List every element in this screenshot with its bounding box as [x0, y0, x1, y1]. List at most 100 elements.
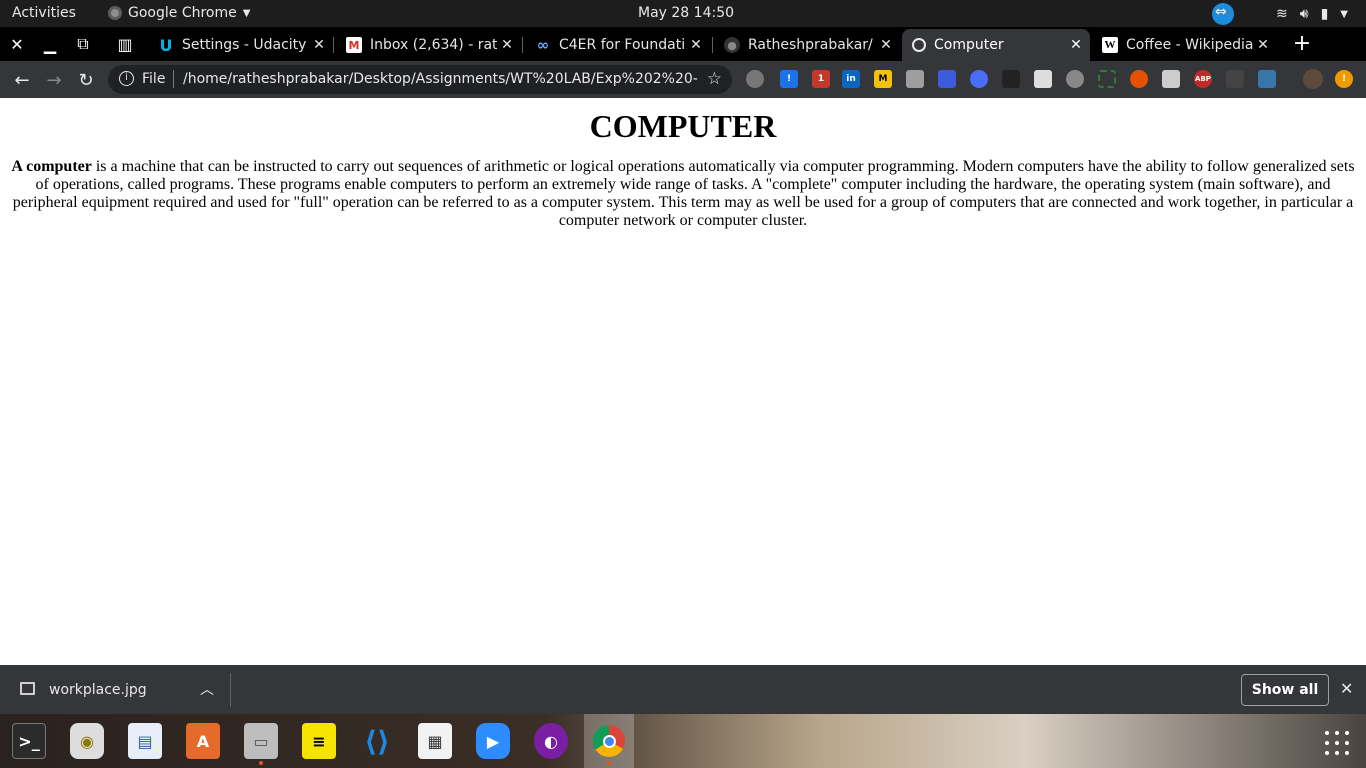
volume-icon: 🔊︎: [1299, 6, 1309, 22]
zoom-icon[interactable]: ▶: [476, 723, 510, 759]
tab-settings-udacity[interactable]: U Settings - Udacity ✕: [148, 29, 333, 61]
tab-title: C4ER for Foundati: [559, 37, 686, 53]
restore-window-icon[interactable]: ⧉: [66, 27, 100, 61]
close-icon[interactable]: ✕: [309, 37, 329, 53]
reader-extension-icon[interactable]: [1034, 70, 1052, 88]
tab-title: Computer: [934, 37, 1004, 53]
trello-icon[interactable]: ▥: [108, 27, 142, 61]
url-text[interactable]: /home/ratheshprabakar/Desktop/Assignment…: [183, 71, 698, 87]
tab-github[interactable]: ● Ratheshprabakar/ ✕: [714, 29, 900, 61]
tab-separator: [522, 37, 523, 53]
clock[interactable]: May 28 14:50: [638, 5, 734, 21]
scheme-label: File: [142, 71, 166, 87]
python-extension-icon[interactable]: [1258, 70, 1276, 88]
adblock-plus-extension-icon[interactable]: ABP: [1194, 70, 1212, 88]
honey-extension-icon[interactable]: [1130, 70, 1148, 88]
mail-extension-icon[interactable]: !: [780, 70, 798, 88]
minimize-window-icon[interactable]: ▁: [33, 27, 67, 61]
files-icon[interactable]: ▭: [244, 723, 278, 765]
tab-title: Settings - Udacity: [182, 37, 307, 53]
bulb-extension-icon[interactable]: [1066, 70, 1084, 88]
grid-dot: [1335, 731, 1339, 735]
system-tray[interactable]: ≋ 🔊︎ ▮ ▼: [1212, 3, 1348, 25]
tab-strip: ✕ ▁ ⧉ ▥ U Settings - Udacity ✕ M Inbox (…: [0, 27, 1366, 61]
tab-inbox[interactable]: M Inbox (2,634) - rath ✕: [336, 29, 521, 61]
info-icon[interactable]: i: [119, 71, 134, 86]
app-menu-label: Google Chrome: [128, 5, 237, 21]
address-bar[interactable]: i File /home/ratheshprabakar/Desktop/Ass…: [108, 65, 732, 94]
app-menu[interactable]: Google Chrome ▼: [108, 5, 250, 21]
new-tab-button[interactable]: +: [1288, 29, 1316, 57]
wifi-icon: ≋: [1276, 6, 1288, 22]
reload-button[interactable]: ↻: [72, 66, 100, 94]
abp-label: ABP: [1195, 75, 1211, 83]
tab-separator: [333, 37, 334, 53]
tab-title: Ratheshprabakar/: [748, 37, 873, 53]
globe-icon: [912, 38, 926, 52]
cursor-extension-icon[interactable]: [1002, 70, 1020, 88]
close-icon[interactable]: ✕: [1340, 679, 1353, 698]
close-icon[interactable]: ✕: [497, 37, 517, 53]
grid-dot: [1335, 751, 1339, 755]
tab-coffee-wikipedia[interactable]: W Coffee - Wikipedia ✕: [1092, 29, 1277, 61]
infinity-icon: ∞: [536, 36, 550, 54]
tab-title: Inbox (2,634) - rath: [370, 37, 497, 53]
github-icon: ●: [724, 37, 740, 53]
screenshot-extension-icon[interactable]: [1098, 70, 1116, 88]
grid-dot: [1325, 741, 1329, 745]
chevron-up-icon[interactable]: ︿: [200, 679, 214, 699]
update-alert-icon[interactable]: !: [1335, 70, 1353, 88]
vscode-icon[interactable]: ⟨⟩: [360, 723, 394, 759]
mendeley-extension-icon[interactable]: M: [874, 70, 892, 88]
notes-icon[interactable]: ≡: [302, 723, 336, 759]
chrome-logo: [593, 725, 625, 757]
close-icon[interactable]: ✕: [686, 37, 706, 53]
close-window-icon[interactable]: ✕: [0, 27, 34, 61]
gnome-top-bar: Activities Google Chrome ▼ May 28 14:50 …: [0, 0, 1366, 27]
tab-c4er[interactable]: ∞ C4ER for Foundati ✕: [525, 29, 710, 61]
profile-avatar[interactable]: [1303, 69, 1323, 89]
close-icon[interactable]: ✕: [876, 37, 896, 53]
tor-browser-icon[interactable]: ◐: [534, 723, 568, 759]
hangouts-extension-icon[interactable]: [746, 70, 764, 88]
tab-computer[interactable]: Computer ✕: [902, 29, 1090, 61]
close-icon[interactable]: ✕: [1066, 37, 1086, 53]
page-content: COMPUTER A computer is a machine that ca…: [0, 98, 1366, 665]
grid-dot: [1345, 751, 1349, 755]
cast-extension-icon[interactable]: [938, 70, 956, 88]
writer-icon[interactable]: ▤: [128, 723, 162, 759]
rhythmbox-icon[interactable]: ◉: [70, 723, 104, 759]
linkedin-extension-icon[interactable]: in: [842, 70, 860, 88]
document-viewer-icon[interactable]: ▦: [418, 723, 452, 759]
udacity-icon: U: [159, 35, 173, 55]
camera-extension-icon[interactable]: [906, 70, 924, 88]
chrome-app-icon: [108, 6, 122, 20]
software-center-icon[interactable]: A: [186, 723, 220, 759]
download-divider: [230, 673, 231, 707]
chrome-icon[interactable]: [592, 723, 626, 765]
teamviewer-icon[interactable]: [1212, 3, 1235, 25]
battery-icon: ▮: [1320, 6, 1329, 22]
activities-button[interactable]: Activities: [12, 5, 76, 21]
download-filename[interactable]: workplace.jpg: [49, 682, 147, 698]
tab-separator: [712, 37, 713, 53]
page-paragraph: A computer is a machine that can be inst…: [8, 158, 1358, 230]
show-all-button[interactable]: Show all: [1241, 674, 1329, 706]
close-icon[interactable]: ✕: [1253, 37, 1273, 53]
terminal-icon[interactable]: >_: [12, 723, 46, 759]
audio-extension-icon[interactable]: [970, 70, 988, 88]
gmail-icon: M: [346, 37, 362, 53]
badge: 1: [817, 74, 825, 84]
chevron-down-icon: ▼: [1340, 8, 1348, 20]
tab-title: Coffee - Wikipedia: [1126, 37, 1253, 53]
back-button[interactable]: ←: [8, 66, 36, 94]
bookmark-star-icon[interactable]: ☆: [707, 69, 722, 89]
pdf-extension-icon[interactable]: 1: [812, 70, 830, 88]
show-applications-icon[interactable]: [1325, 731, 1349, 755]
touch-extension-icon[interactable]: [1162, 70, 1180, 88]
forward-button[interactable]: →: [40, 66, 68, 94]
browser-toolbar: ← → ↻ i File /home/ratheshprabakar/Deskt…: [0, 61, 1366, 98]
image-file-icon: [20, 682, 35, 695]
download-bar: workplace.jpg ︿ Show all ✕: [0, 665, 1366, 714]
recycle-extension-icon[interactable]: [1226, 70, 1244, 88]
